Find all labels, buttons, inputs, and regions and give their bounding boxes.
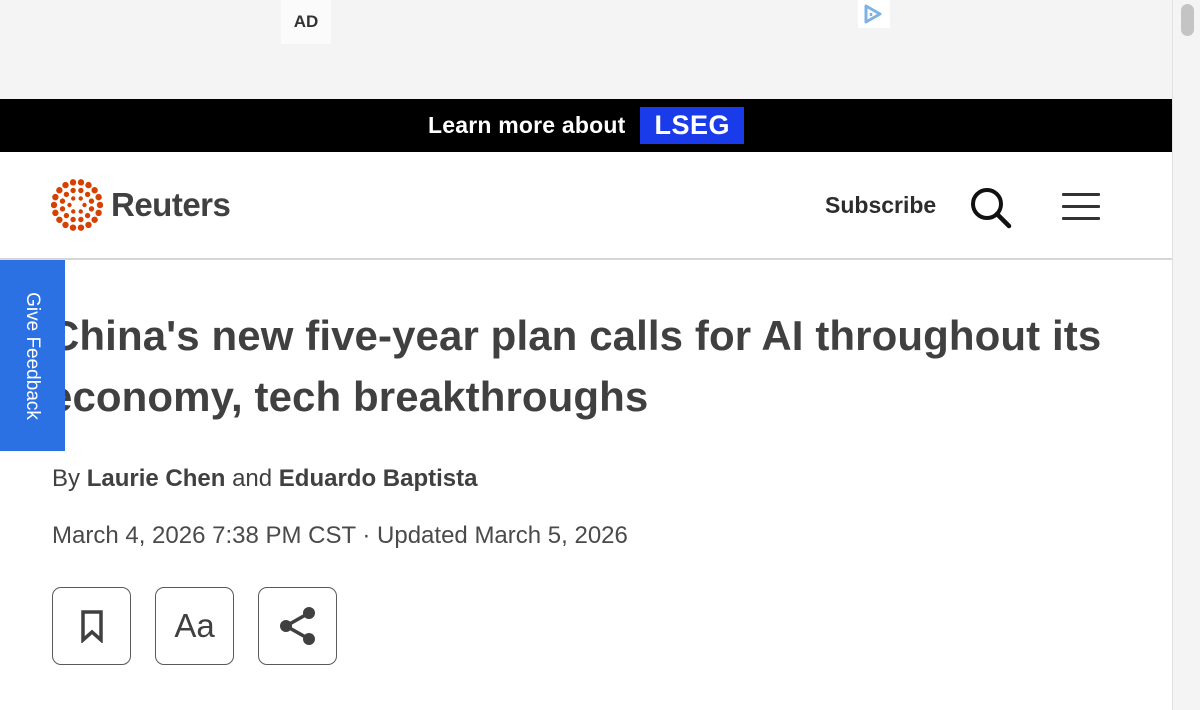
logo-dot: [71, 196, 76, 201]
logo-dot: [59, 198, 66, 204]
logo-dot: [95, 193, 102, 201]
logo-dot: [91, 216, 98, 223]
page-scrollbar[interactable]: [1172, 0, 1200, 710]
text-size-button[interactable]: Aa: [155, 587, 234, 665]
logo-dot: [62, 181, 69, 189]
reuters-dots-logo-icon: [51, 179, 103, 231]
author-link-2[interactable]: Eduardo Baptista: [279, 465, 478, 492]
logo-dot: [78, 216, 84, 223]
logo-dot: [59, 206, 66, 212]
logo-dot: [56, 187, 63, 194]
share-button[interactable]: [258, 587, 337, 665]
logo-dot: [95, 209, 102, 217]
logo-dot: [70, 187, 76, 194]
bookmark-icon: [80, 610, 103, 643]
logo-dot: [52, 209, 59, 217]
logo-dot: [88, 206, 95, 212]
author-link-1[interactable]: Laurie Chen: [87, 465, 226, 492]
byline-prefix: By: [52, 465, 81, 492]
promo-text: Learn more about: [428, 112, 626, 138]
logo-dot: [96, 201, 103, 209]
logo-dot: [77, 179, 85, 186]
search-button[interactable]: [968, 185, 1014, 231]
logo-dot: [63, 191, 70, 198]
feedback-label: Give Feedback: [22, 292, 43, 420]
logo-dot: [77, 224, 85, 231]
logo-dot: [70, 216, 76, 223]
headline-line-1: China's new five-year plan calls for AI …: [49, 312, 1102, 359]
logo-dot: [69, 179, 77, 186]
logo-dot: [52, 193, 59, 201]
article-headline: China's new five-year plan calls for AI …: [49, 305, 1129, 427]
logo-dot: [62, 221, 69, 229]
dateline: March 4, 2026 7:38 PM CST · Updated Marc…: [52, 522, 628, 549]
logo-dot: [85, 181, 92, 189]
byline: By Laurie Chen and Eduardo Baptista: [52, 465, 477, 493]
give-feedback-tab[interactable]: Give Feedback: [0, 260, 65, 451]
logo-dot: [67, 202, 72, 208]
hamburger-menu-icon-bar: [1062, 193, 1100, 196]
logo-dot: [84, 212, 91, 219]
share-icon: [279, 607, 315, 645]
logo-dot: [82, 202, 87, 208]
logo-text: Reuters: [111, 186, 231, 223]
logo-dot: [78, 187, 84, 194]
logo-dot: [88, 198, 95, 204]
logo-dot: [71, 209, 76, 214]
logo-dot: [56, 216, 63, 223]
menu-button[interactable]: [1062, 191, 1102, 221]
promo-brand-badge: LSEG: [640, 107, 744, 144]
logo-dot: [78, 196, 83, 201]
adchoices-icon[interactable]: [858, 0, 890, 28]
page: AD Learn more about LSEG Reuters Subscri…: [0, 0, 1172, 710]
search-icon: [971, 188, 1012, 229]
bookmark-button[interactable]: [52, 587, 131, 665]
ad-banner[interactable]: AD: [0, 0, 1172, 99]
text-size-label: Aa: [174, 607, 215, 644]
logo-dot: [63, 212, 70, 219]
site-header: Reuters Subscribe: [0, 152, 1172, 260]
logo-dot: [78, 209, 83, 214]
subscribe-link[interactable]: Subscribe: [825, 192, 936, 219]
lseg-promo-bar[interactable]: Learn more about LSEG: [0, 99, 1172, 152]
scrollbar-thumb[interactable]: [1181, 4, 1194, 36]
byline-joiner: and: [232, 465, 273, 492]
logo-dot: [91, 187, 98, 194]
logo-dot: [69, 224, 77, 231]
hamburger-menu-icon-bar: [1062, 205, 1100, 208]
logo-dot: [84, 191, 91, 198]
reuters-logo[interactable]: Reuters: [51, 179, 231, 231]
logo-dot: [51, 201, 58, 209]
ad-label: AD: [281, 0, 331, 44]
logo-dot: [85, 221, 92, 229]
headline-line-2: economy, tech breakthroughs: [49, 373, 649, 420]
hamburger-menu-icon-bar: [1062, 217, 1100, 220]
